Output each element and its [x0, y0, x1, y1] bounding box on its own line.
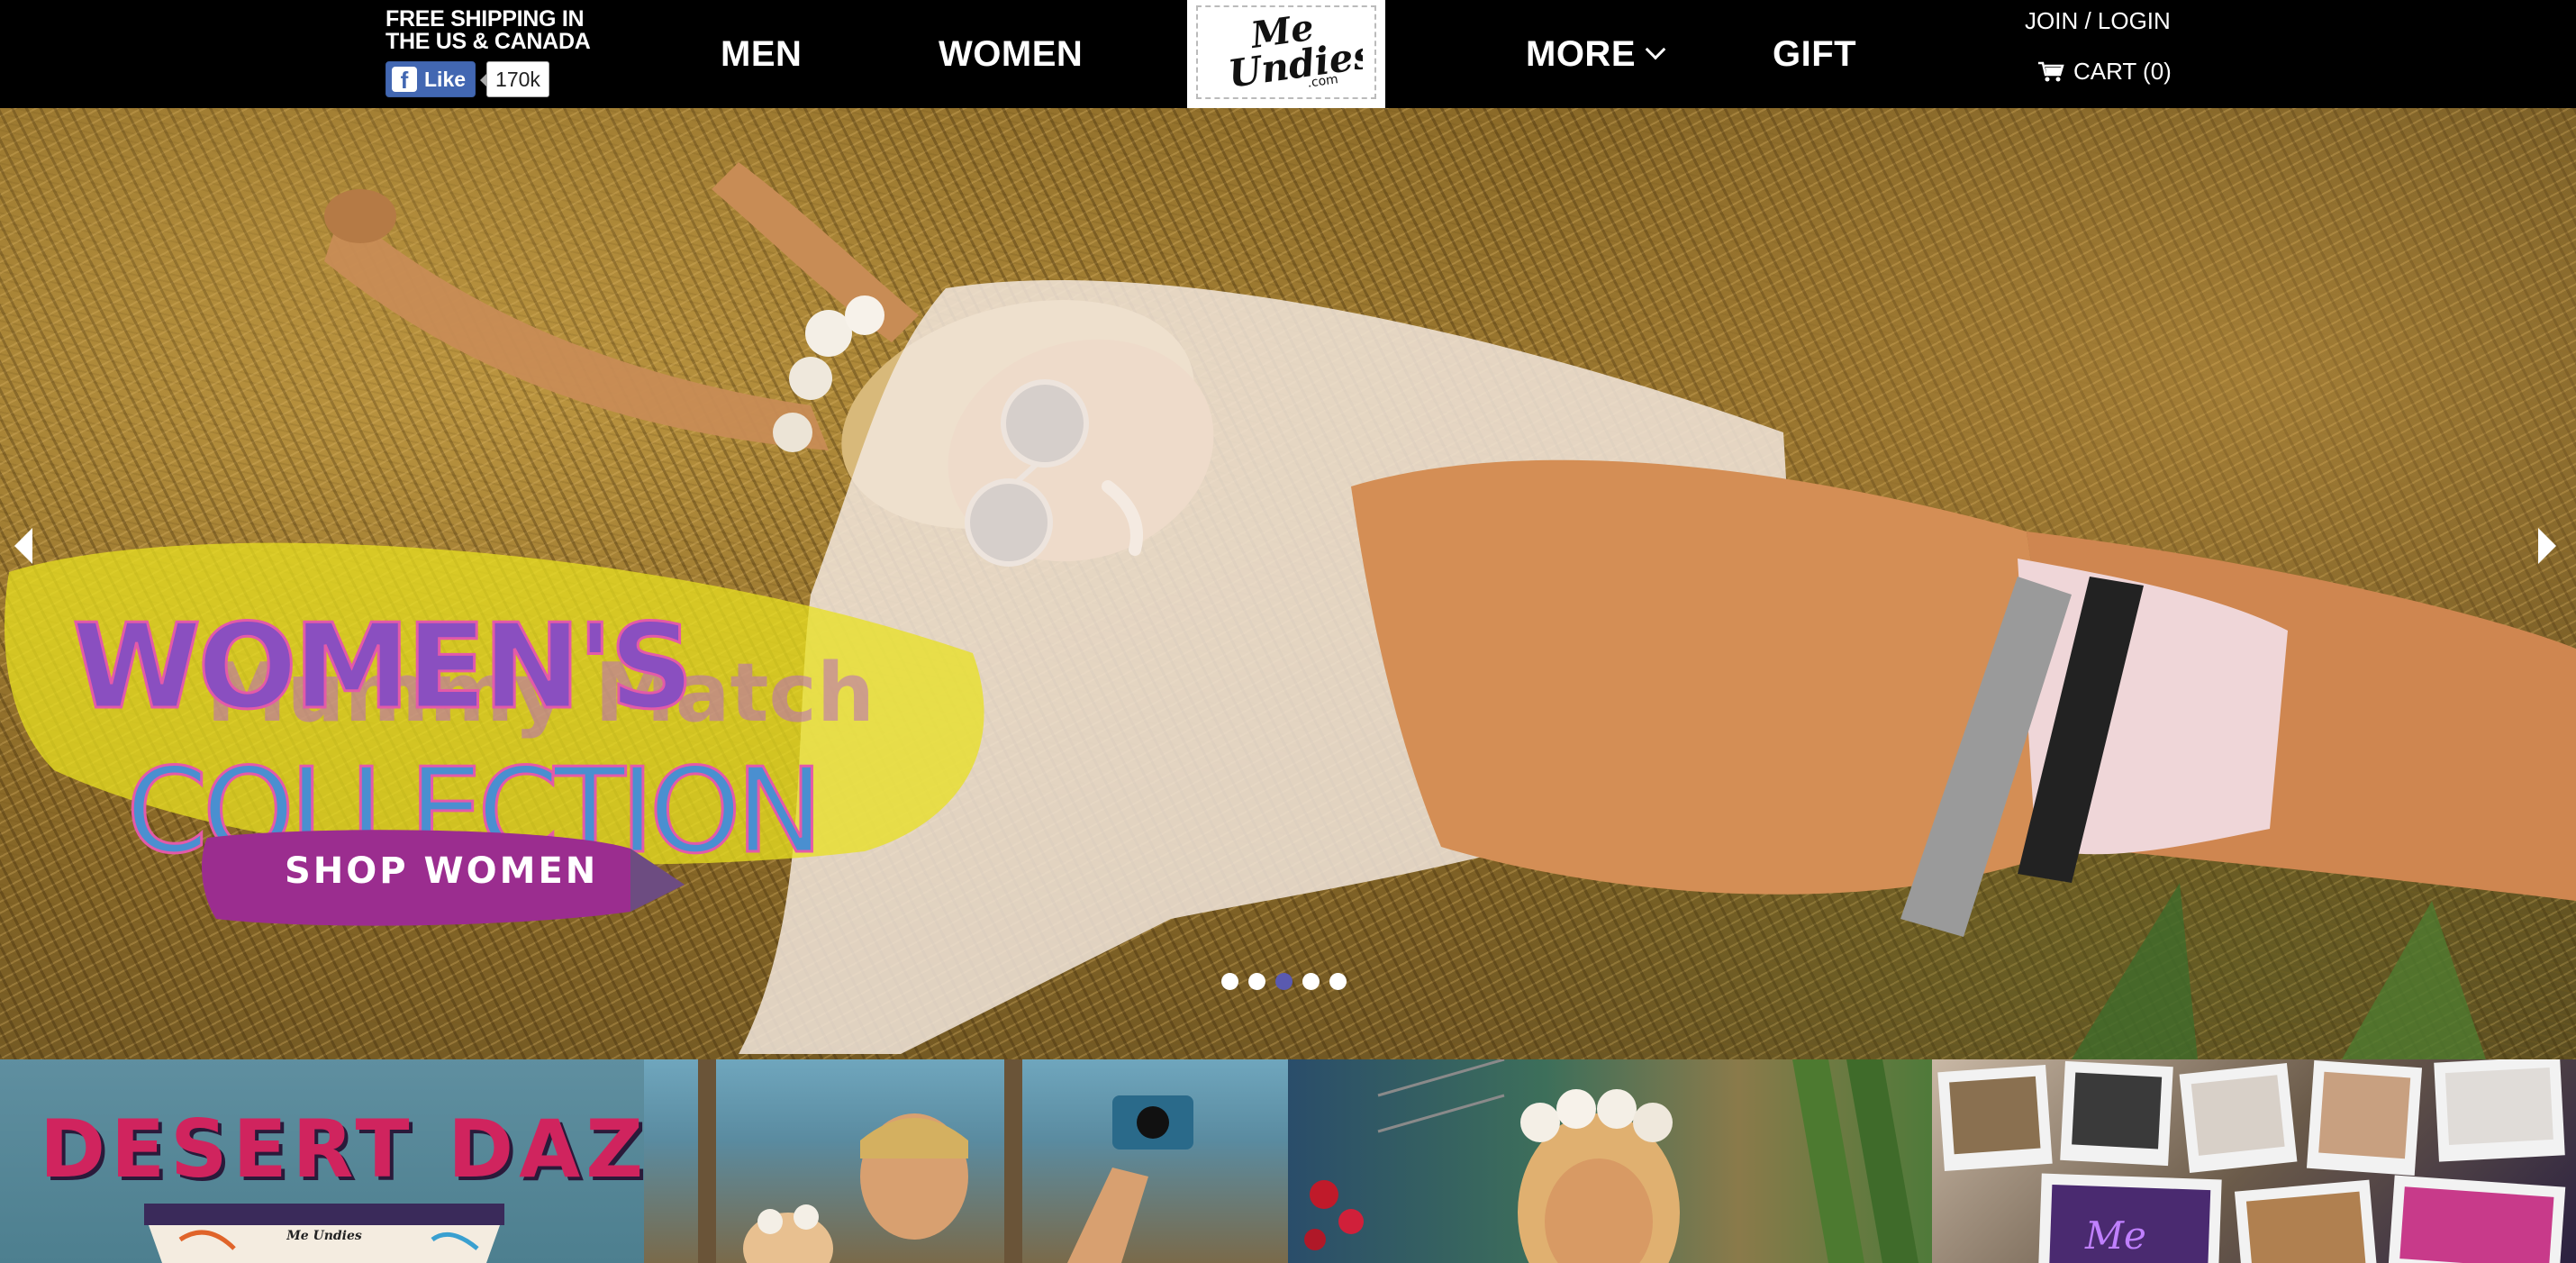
arrow-left-icon[interactable]	[14, 528, 32, 564]
promo-tile-flower-crown[interactable]	[1288, 1059, 1932, 1263]
instagram-collage-image: Me	[1937, 1059, 2566, 1263]
hero-slider: Mummy Match WOMEN'S COLLECTION SHOP WOME…	[0, 108, 2576, 1059]
shipping-line-1: FREE SHIPPING IN	[385, 6, 585, 32]
promo-tile-desert-daze[interactable]: DESERT DAZE Me Undies	[0, 1059, 644, 1263]
free-shipping-notice: FREE SHIPPING IN THE US & CANADA	[385, 8, 602, 53]
flower-crown-photo-image	[1304, 1059, 1918, 1263]
meundies-logo-icon: Me Undies .com	[1226, 9, 1363, 95]
cart-icon	[2038, 61, 2064, 81]
cart-label: CART (0)	[2073, 58, 2172, 85]
collage-neon-sign: Me	[2084, 1213, 2146, 1258]
shipping-line-2: THE US & CANADA	[385, 29, 591, 54]
svg-text:.com: .com	[1306, 72, 1338, 91]
nav-women[interactable]: WOMEN	[939, 32, 1083, 76]
site-logo[interactable]: Me Undies .com	[1187, 0, 1385, 108]
banner-line-1: WOMEN'S	[72, 598, 690, 735]
nav-gift[interactable]: GIFT	[1773, 32, 1856, 76]
facebook-icon: f	[392, 67, 417, 94]
slider-dot-1[interactable]	[1221, 973, 1238, 990]
womens-collection-banner: Mummy Match WOMEN'S COLLECTION	[5, 542, 984, 878]
facebook-like-widget: f Like 170k	[385, 61, 549, 97]
slider-dots	[1221, 973, 1347, 990]
shop-women-button[interactable]: SHOP WOMEN	[198, 822, 685, 931]
join-login-link[interactable]: JOIN / LOGIN	[2025, 7, 2171, 35]
chevron-down-icon	[1645, 39, 1666, 60]
underwear-logo-text: Me Undies	[286, 1229, 362, 1243]
slider-dot-3[interactable]	[1275, 973, 1293, 990]
cart-link[interactable]: CART (0)	[2037, 58, 2172, 86]
nav-more[interactable]: MORE	[1526, 32, 1666, 76]
arrow-right-icon[interactable]	[2538, 528, 2556, 564]
promo-tile-collage[interactable]: Me	[1932, 1059, 2576, 1263]
logo-frame: Me Undies .com	[1196, 5, 1376, 99]
facebook-like-button[interactable]: f Like	[385, 61, 476, 97]
shop-women-label: SHOP WOMEN	[285, 850, 599, 892]
underwear-product-image: Me Undies	[144, 1204, 504, 1263]
slider-dot-5[interactable]	[1329, 973, 1347, 990]
slider-dot-2[interactable]	[1248, 973, 1265, 990]
nav-more-label: MORE	[1526, 34, 1636, 74]
couple-photo-image	[698, 1059, 1193, 1263]
nav-men[interactable]: MEN	[721, 32, 802, 76]
promo-tiles: DESERT DAZE Me Undies Me	[0, 1059, 2576, 1263]
facebook-like-count: 170k	[480, 61, 549, 97]
site-header: FREE SHIPPING IN THE US & CANADA f Like …	[0, 0, 2576, 108]
facebook-like-label: Like	[424, 67, 467, 91]
slider-dot-4[interactable]	[1302, 973, 1320, 990]
promo-tile-couple[interactable]	[644, 1059, 1288, 1263]
